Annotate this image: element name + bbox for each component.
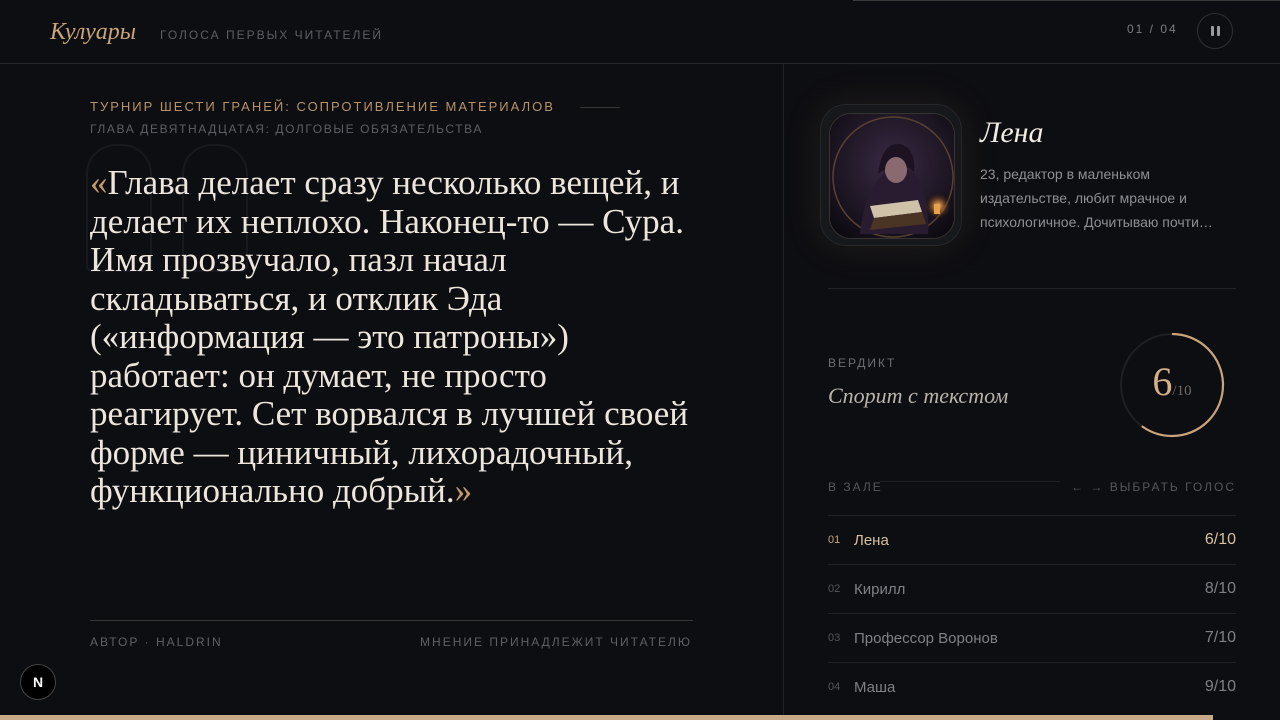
- avatar: [829, 113, 955, 239]
- reader-name: Лена: [980, 116, 1044, 149]
- quote-footer-rule: [90, 620, 693, 621]
- title-rule: [580, 107, 620, 108]
- pause-icon-bar: [1216, 26, 1220, 36]
- voice-index: 04: [828, 681, 841, 693]
- voice-name: Профессор Воронов: [854, 629, 998, 647]
- voice-item-lena[interactable]: 01 Лена 6/10: [828, 515, 1236, 564]
- verdict-text: Спорит с текстом: [828, 383, 1009, 408]
- progress-bar: [0, 715, 1213, 720]
- n-badge-button[interactable]: N: [20, 664, 56, 700]
- quote-close: »: [454, 471, 473, 510]
- slide-counter: 01 / 04: [1127, 22, 1178, 36]
- quote-text: Глава делает сразу несколько вещей, и де…: [90, 163, 689, 510]
- voice-item-voronov[interactable]: 03 Профессор Воронов 7/10: [828, 613, 1236, 662]
- voice-index: 03: [828, 632, 841, 644]
- voice-index: 02: [828, 583, 841, 595]
- voice-score: 6/10: [1204, 531, 1236, 548]
- header: Кулуары ГОЛОСА ПЕРВЫХ ЧИТАТЕЛЕЙ 01 / 04: [0, 0, 1280, 64]
- voice-item-kirill[interactable]: 02 Кирилл 8/10: [828, 564, 1236, 613]
- brand-logo[interactable]: Кулуары: [50, 19, 136, 46]
- voice-list: 01 Лена 6/10 02 Кирилл 8/10 03 Профессор…: [828, 515, 1236, 711]
- avatar-frame: [820, 104, 962, 246]
- reader-quote: «Глава делает сразу несколько вещей, и д…: [90, 163, 690, 511]
- reader-portrait-icon: [830, 114, 954, 238]
- voice-name: Маша: [854, 678, 896, 696]
- story-title: ТУРНИР ШЕСТИ ГРАНЕЙ: СОПРОТИВЛЕНИЕ МАТЕР…: [90, 99, 555, 114]
- profile-divider: [828, 288, 1236, 289]
- voice-name: Лена: [854, 531, 889, 549]
- chapter-title: ГЛАВА ДЕВЯТНАДЦАТАЯ: ДОЛГОВЫЕ ОБЯЗАТЕЛЬС…: [90, 122, 483, 136]
- hall-rule: [880, 481, 1060, 482]
- voice-index: 01: [828, 534, 841, 546]
- tagline: ГОЛОСА ПЕРВЫХ ЧИТАТЕЛЕЙ: [160, 28, 384, 42]
- voice-score: 8/10: [1204, 580, 1236, 597]
- score-max: /10: [1172, 383, 1192, 399]
- voice-score: 9/10: [1204, 678, 1236, 695]
- author-credit: АВТОР · HALDRIN: [90, 635, 223, 649]
- score-value: 6/10: [1118, 358, 1226, 405]
- verdict-label: ВЕРДИКТ: [828, 356, 897, 370]
- pause-button[interactable]: [1197, 13, 1233, 49]
- opinion-disclaimer: МНЕНИЕ ПРИНАДЛЕЖИТ ЧИТАТЕЛЮ: [420, 635, 692, 649]
- quote-open: «: [90, 163, 108, 202]
- choose-voice-hint: ← → ВЫБРАТЬ ГОЛОС: [1071, 480, 1236, 494]
- voice-item-masha[interactable]: 04 Маша 9/10: [828, 662, 1236, 711]
- column-divider: [783, 64, 784, 720]
- reader-bio: 23, редактор в маленьком издательстве, л…: [980, 166, 1213, 230]
- pause-icon: [1210, 26, 1214, 36]
- hall-label: В ЗАЛЕ: [828, 480, 883, 494]
- voice-name: Кирилл: [854, 580, 906, 598]
- voice-score: 7/10: [1204, 629, 1236, 646]
- score-number: 6: [1152, 359, 1173, 404]
